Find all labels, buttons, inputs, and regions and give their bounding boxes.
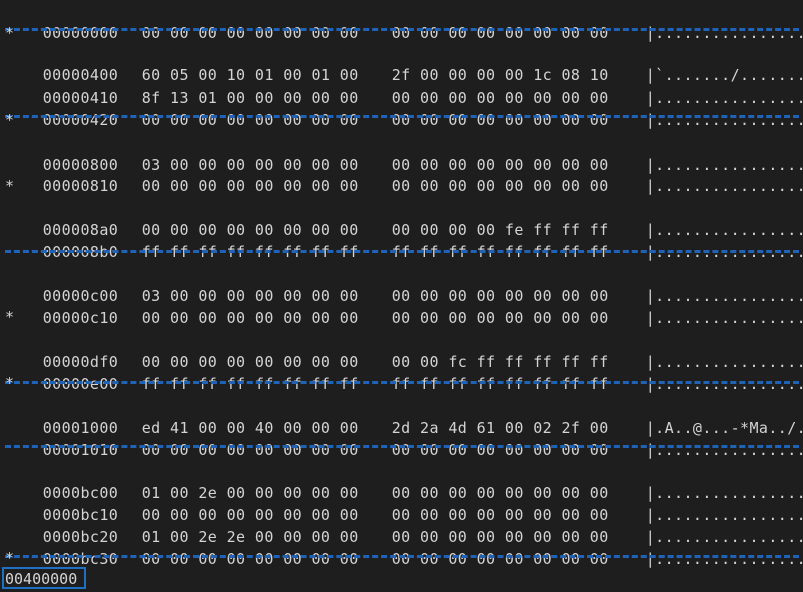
row-address: 00001010: [42, 441, 119, 459]
hexdump-output: 00000000 00 00 00 00 00 00 00 00 00 00 00 …: [0, 0, 803, 591]
row-address: 00000c10: [42, 309, 119, 327]
row-ascii: |................|: [645, 177, 803, 195]
row-ascii: |................|: [645, 441, 803, 459]
row-bytes-high: 00 00 00 00 00 00 00 00: [391, 550, 609, 568]
row-bytes-low: 00 00 00 00 00 00 00 00: [141, 111, 359, 129]
row-ascii: |................|: [645, 550, 803, 568]
repeat-marker: *: [5, 374, 15, 392]
row-ascii: |................|: [645, 111, 803, 129]
hexdump-row: 000008a0 00 00 00 00 00 00 00 00 00 00 00 …: [5, 197, 803, 239]
final-offset[interactable]: 00400000: [5, 569, 77, 591]
hexdump-row: 0000bc00 01 00 2e 00 00 00 00 00 00 00 00 …: [5, 460, 803, 502]
row-bytes-low: 00 00 00 00 00 00 00 00: [141, 550, 359, 568]
repeat-marker: *: [5, 549, 15, 567]
hexdump-row: 00001000 ed 41 00 00 40 00 00 00 2d 2a 4d …: [5, 395, 803, 437]
row-bytes-low: 00 00 00 00 00 00 00 00: [141, 441, 359, 459]
hexdump-row: 00000420 00 00 00 00 00 00 00 00 00 00 00 …: [5, 87, 803, 129]
repeat-marker: *: [5, 111, 15, 129]
row-bytes-low: 00 00 00 00 00 00 00 00: [141, 177, 359, 195]
hexdump-row: 00001010 00 00 00 00 00 00 00 00 00 00 00 …: [5, 417, 803, 459]
row-bytes-high: 00 00 00 00 00 00 00 00: [391, 177, 609, 195]
hexdump-row: 00000c00 03 00 00 00 00 00 00 00 00 00 00 …: [5, 263, 803, 305]
hexdump-row: 00000410 8f 13 01 00 00 00 00 00 00 00 00 …: [5, 65, 803, 107]
hexdump-row: 00000c10 00 00 00 00 00 00 00 00 00 00 00 …: [5, 285, 803, 327]
section-separator: [5, 445, 799, 448]
hexdump-row: 00000df0 00 00 00 00 00 00 00 00 00 00 fc …: [5, 329, 803, 371]
row-ascii: |................|: [645, 24, 803, 42]
row-bytes-high: 00 00 00 00 00 00 00 00: [391, 309, 609, 327]
hexdump-row: 0000bc10 00 00 00 00 00 00 00 00 00 00 00 …: [5, 482, 803, 524]
hexdump-row: 0000bc30 00 00 00 00 00 00 00 00 00 00 00 …: [5, 526, 803, 568]
section-separator: [5, 555, 799, 558]
row-bytes-low: 00 00 00 00 00 00 00 00: [141, 24, 359, 42]
row-bytes-high: 00 00 00 00 00 00 00 00: [391, 24, 609, 42]
section-separator: [5, 250, 799, 253]
section-separator: [5, 381, 799, 384]
row-bytes-low: ff ff ff ff ff ff ff ff: [141, 375, 359, 393]
repeat-marker: *: [5, 24, 15, 42]
hexdump-row: 00000810 00 00 00 00 00 00 00 00 00 00 00 …: [5, 153, 803, 195]
row-ascii: |................|: [645, 309, 803, 327]
row-address: 00000000: [42, 24, 119, 42]
hexdump-row: 00000e00 ff ff ff ff ff ff ff ff ff ff ff …: [5, 351, 803, 393]
hexdump-row: 00000800 03 00 00 00 00 00 00 00 00 00 00 …: [5, 132, 803, 174]
hexdump-row: 00000400 60 05 00 10 01 00 01 00 2f 00 00 …: [5, 42, 803, 84]
section-separator: [5, 28, 799, 31]
row-bytes-low: 00 00 00 00 00 00 00 00: [141, 309, 359, 327]
row-address: 00000810: [42, 177, 119, 195]
repeat-marker: *: [5, 308, 15, 326]
row-address: 00000e00: [42, 375, 119, 393]
row-ascii: |................|: [645, 375, 803, 393]
hexdump-row: 000008b0 ff ff ff ff ff ff ff ff ff ff ff …: [5, 219, 803, 261]
section-separator: [5, 115, 799, 118]
hexdump-row: 00000000 00 00 00 00 00 00 00 00 00 00 00 …: [5, 0, 803, 42]
row-address: 00000420: [42, 111, 119, 129]
row-bytes-high: 00 00 00 00 00 00 00 00: [391, 111, 609, 129]
repeat-marker: *: [5, 177, 15, 195]
hexdump-row: 0000bc20 01 00 2e 2e 00 00 00 00 00 00 00 …: [5, 504, 803, 546]
row-bytes-high: 00 00 00 00 00 00 00 00: [391, 441, 609, 459]
row-bytes-high: ff ff ff ff ff ff ff ff: [391, 375, 609, 393]
